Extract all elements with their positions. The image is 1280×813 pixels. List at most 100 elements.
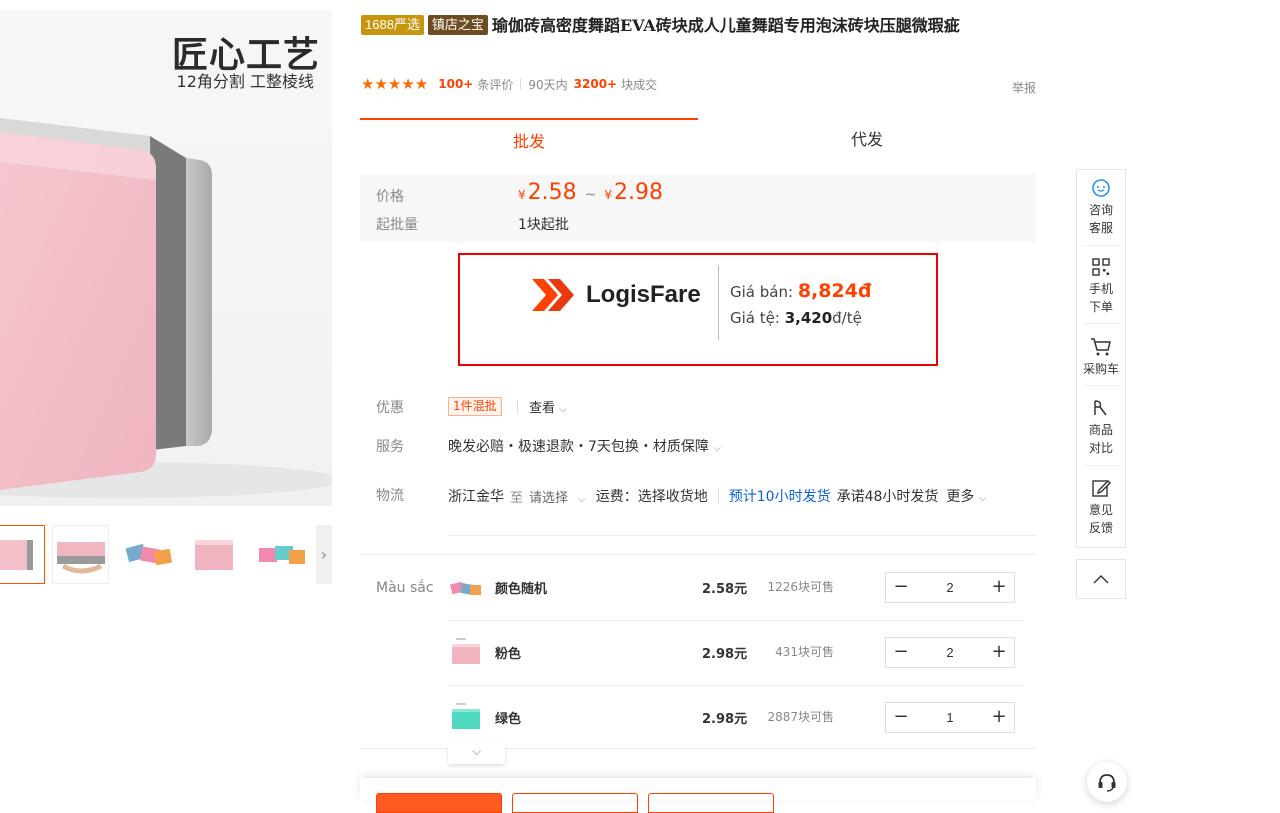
thumbnail-next-button[interactable]: › [316,525,332,584]
decrement-button[interactable]: − [886,703,916,732]
divider [718,265,719,340]
destination-select[interactable]: 请选择 ⌵ [529,487,586,506]
increment-button[interactable]: + [984,573,1014,602]
quantity-input[interactable] [916,573,984,602]
back-to-top-button[interactable] [1076,559,1126,599]
increment-button[interactable]: + [984,638,1014,667]
sidebar-item-label: 商品对比 [1088,423,1113,455]
sell-price-value: 8,824đ [797,280,872,302]
variant-thumbnail[interactable] [448,634,484,670]
moq-value: 1块起批 [518,217,569,233]
secondary-action-button[interactable] [648,793,774,813]
tag-shop-treasure[interactable]: 镇店之宝 [427,15,488,35]
tab-wholesale[interactable]: 批发 [360,118,698,161]
floating-support-button[interactable] [1087,762,1127,802]
sidebar-item-customer-service[interactable]: 咨询客服 [1077,178,1125,237]
sell-price-label: Giá bán: [730,283,794,301]
product-main-image[interactable]: 匠心工艺 12角分割 工整棱线 [0,10,332,506]
promo-label: 优惠 [376,400,404,416]
thumbnail-1[interactable] [0,525,45,584]
thumbnail-3[interactable] [120,525,177,584]
product-title-text: 瑜伽砖高密度舞蹈EVA砖块成人儿童舞蹈专用泡沫砖块压腿微瑕疵 [491,16,960,35]
decrement-button[interactable]: − [886,573,916,602]
quantity-input[interactable] [916,703,984,732]
thumbnail-4[interactable] [186,525,243,584]
chevron-down-icon: ⌵ [578,493,586,505]
quantity-stepper: − + [885,702,1015,733]
service-guarantees[interactable]: 晚发必赔・极速退款・7天包换・材质保障 ⌵ [448,436,721,456]
sidebar-item-label: 手机下单 [1088,282,1113,314]
report-link[interactable]: 举报 [1012,79,1036,96]
sold-count: 3200+ [573,77,618,91]
review-label[interactable]: 条评价 [477,76,513,93]
service-guarantees-text: 晚发必赔・极速退款・7天包换・材质保障 [448,439,709,455]
sidebar-item-label: 咨询客服 [1088,203,1113,235]
estimated-ship-time[interactable]: 预计10小时发货 [729,486,831,506]
divider [1083,385,1119,386]
chat-bubble-icon [1092,179,1110,197]
rating-row: ★★★★★ 100+ 条评价 90天内 3200+ 块成交 [361,75,657,93]
variant-row: 绿色 2.98元 2887块可售 − + [448,685,1024,749]
sidebar-item-feedback[interactable]: 意见反馈 [1077,478,1125,537]
sidebar-item-mobile-order[interactable]: 手机下单 [1077,257,1125,316]
price-range: ¥2.58 ~ ¥2.98 [518,180,663,205]
promo-subtitle: 12角分割 工整棱线 [176,72,314,91]
moq-label: 起批量 [376,217,418,233]
sidebar-item-compare[interactable]: 商品对比 [1077,398,1125,457]
divider [717,489,719,503]
chevron-down-icon: ⌵ [559,404,567,415]
variant-price: 2.98元 [702,712,748,727]
view-promo-label: 查看 [529,401,556,416]
sidebar-item-label: 采购车 [1082,362,1119,376]
variant-name: 颜色随机 [495,582,548,597]
service-label: 服务 [376,439,404,455]
sidebar-item-label: 意见反馈 [1088,503,1113,535]
price-box: 价格 ¥2.58 ~ ¥2.98 起批量 1块起批 [360,174,1036,242]
divider [517,400,518,414]
exchange-rate-value: 3,420 [784,309,833,327]
tag-1688-selected[interactable]: 1688严选 [361,15,424,35]
shipping-fee: 运费：选择收货地 [595,489,708,505]
variant-stock: 1226块可售 [767,580,834,594]
variant-row: 粉色 2.98元 431块可售 − + [448,620,1024,684]
decrement-button[interactable]: − [886,638,916,667]
chevron-down-icon: ⌵ [471,744,482,758]
sold-label: 块成交 [621,77,658,92]
thumbnail-2[interactable] [52,525,109,584]
logisfare-logo: LogisFare [532,275,701,315]
review-count[interactable]: 100+ [438,77,473,91]
increment-button[interactable]: + [984,703,1014,732]
thumbnail-5[interactable] [252,525,309,584]
tab-dropship[interactable]: 代发 [698,118,1036,161]
divider [1083,245,1119,246]
more-logistics[interactable]: 更多 ⌵ [946,486,986,506]
sidebar-item-cart[interactable]: 采购车 [1077,337,1125,378]
ship-promise: 承诺48小时发货 [836,489,939,505]
thumbnail-strip: › [0,525,332,585]
ship-origin: 浙江金华 [448,489,504,505]
logistics-label: 物流 [376,488,404,504]
quantity-stepper: − + [885,637,1015,668]
quantity-input[interactable] [916,638,984,667]
variant-thumbnail[interactable] [448,699,484,735]
order-now-button[interactable] [376,793,502,813]
logisfare-widget: LogisFare Giá bán: 8,824đ Giá tệ: 3,420đ… [458,253,938,366]
variant-stock: 431块可售 [775,645,834,659]
variant-name: 绿色 [495,712,522,727]
variant-thumbnail[interactable] [448,569,484,605]
chevron-up-icon [1093,575,1109,584]
chevron-right-icon: › [320,545,328,564]
expand-variants-button[interactable]: ⌵ [448,744,505,764]
logisfare-chevron-icon [532,279,574,311]
currency-symbol: ¥ [604,188,612,202]
add-to-cart-button[interactable] [512,793,638,813]
variant-name: 粉色 [495,647,522,662]
to-label: 至 [510,490,524,506]
destination-select-label: 请选择 [529,490,569,506]
exchange-rate-label: Giá tệ: [730,309,780,327]
right-toolbar: 咨询客服 手机下单 采购车 商品对比 意见反馈 [1076,169,1126,548]
currency-symbol: ¥ [518,188,526,202]
view-promo-dropdown[interactable]: 查看 ⌵ [529,397,567,416]
exchange-rate-unit: đ/tệ [832,309,862,327]
price-min: 2.58 [527,180,577,205]
